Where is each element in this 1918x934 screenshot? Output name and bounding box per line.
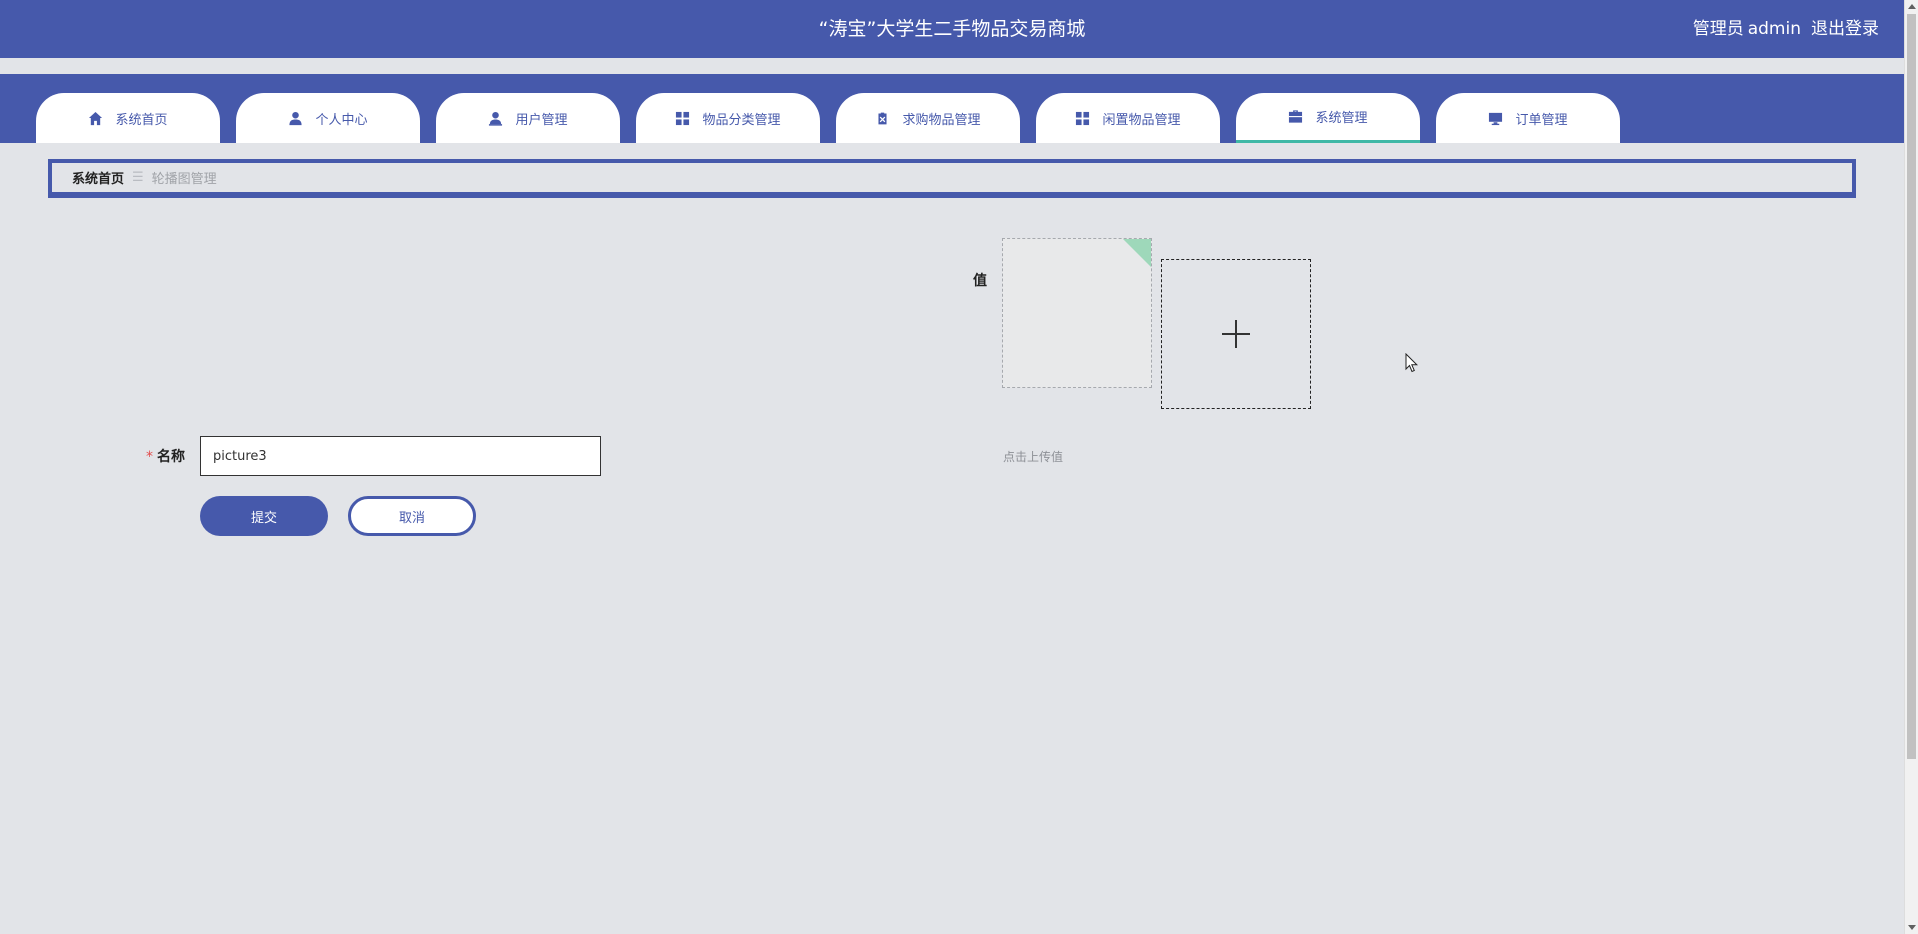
tab-idle-items[interactable]: 闲置物品管理 <box>1036 93 1220 143</box>
tab-user-management[interactable]: 用户管理 <box>436 93 620 143</box>
image-upload-button[interactable] <box>1161 259 1311 409</box>
tab-label: 个人中心 <box>315 112 368 128</box>
required-mark: * <box>146 449 153 465</box>
tab-label: 闲置物品管理 <box>1102 112 1181 128</box>
plus-icon <box>1222 320 1250 348</box>
scroll-down-arrow-icon[interactable] <box>1908 925 1916 930</box>
name-label-text: 名称 <box>157 449 185 465</box>
name-input[interactable] <box>200 436 601 476</box>
tab-category-management[interactable]: 物品分类管理 <box>636 93 820 143</box>
top-header: “涛宝”大学生二手物品交易商城 管理员 admin 退出登录 <box>0 0 1904 58</box>
cancel-button[interactable]: 取消 <box>348 496 476 536</box>
uploaded-image-preview[interactable] <box>1002 238 1152 388</box>
tab-label: 订单管理 <box>1515 112 1568 128</box>
name-label: * 名称 <box>146 446 185 466</box>
breadcrumb-home[interactable]: 系统首页 <box>72 168 124 187</box>
briefcase-icon <box>1289 110 1303 123</box>
mouse-cursor-icon <box>1405 353 1419 373</box>
tab-system-management[interactable]: 系统管理 <box>1236 93 1420 143</box>
vertical-scrollbar[interactable] <box>1904 0 1918 934</box>
value-label: 值 <box>973 273 987 289</box>
user-badge-icon <box>489 111 503 126</box>
tab-label: 系统管理 <box>1315 111 1368 126</box>
scroll-up-arrow-icon[interactable] <box>1908 4 1916 9</box>
upload-success-corner-icon <box>1122 239 1151 268</box>
scrollbar-thumb[interactable] <box>1907 14 1916 759</box>
tab-wanted-items[interactable]: 求购物品管理 <box>836 93 1020 143</box>
tab-label: 求购物品管理 <box>902 112 981 128</box>
tab-personal-center[interactable]: 个人中心 <box>236 93 420 143</box>
tab-label: 系统首页 <box>115 112 168 128</box>
monitor-icon <box>1489 112 1503 125</box>
site-title: “涛宝”大学生二手物品交易商城 <box>818 18 1086 40</box>
main-nav: 系统首页 个人中心 用户管理 物品分类管理 求购物品管理 闲置物品管理 系统管理… <box>0 74 1904 143</box>
tab-label: 用户管理 <box>515 112 568 128</box>
grid-icon <box>1076 111 1090 125</box>
clipboard-icon <box>877 110 889 126</box>
breadcrumb: 系统首页 ☰ 轮播图管理 <box>48 159 1856 198</box>
submit-button[interactable]: 提交 <box>200 496 328 536</box>
upload-tip: 点击上传值 <box>1003 450 1064 464</box>
person-icon <box>289 111 303 125</box>
grid-icon <box>676 111 690 125</box>
username: admin <box>1747 19 1801 39</box>
tab-label: 物品分类管理 <box>702 112 781 128</box>
header-gap <box>0 58 1904 74</box>
user-role: 管理员 <box>1692 19 1744 39</box>
tab-order-management[interactable]: 订单管理 <box>1436 93 1620 143</box>
breadcrumb-separator-icon: ☰ <box>132 170 144 185</box>
tab-home[interactable]: 系统首页 <box>36 93 220 143</box>
user-area: 管理员 admin 退出登录 <box>1683 0 1879 58</box>
logout-link[interactable]: 退出登录 <box>1811 19 1879 39</box>
home-icon <box>89 111 103 125</box>
breadcrumb-current: 轮播图管理 <box>151 172 217 187</box>
